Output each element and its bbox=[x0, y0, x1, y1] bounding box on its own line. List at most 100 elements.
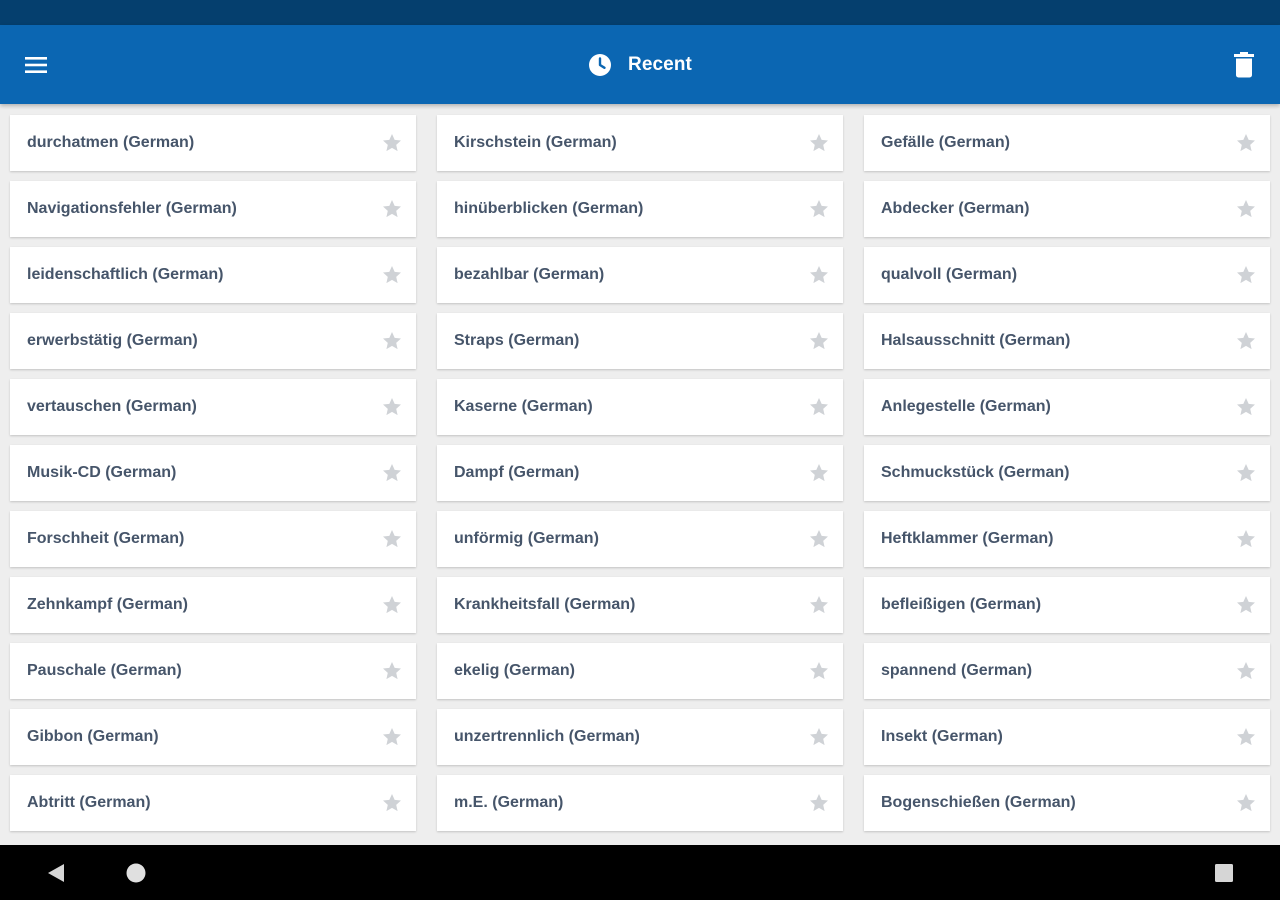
recent-entry[interactable]: Bogenschießen (German) bbox=[864, 775, 1270, 831]
star-icon[interactable] bbox=[807, 725, 831, 749]
recent-entry[interactable]: Abtritt (German) bbox=[10, 775, 416, 831]
star-icon[interactable] bbox=[1234, 527, 1258, 551]
recent-entry[interactable]: Pauschale (German) bbox=[10, 643, 416, 699]
star-icon[interactable] bbox=[1234, 197, 1258, 221]
entry-label: spannend (German) bbox=[881, 662, 1033, 679]
entry-label: Krankheitsfall (German) bbox=[454, 596, 636, 613]
recent-entry[interactable]: unförmig (German) bbox=[437, 511, 843, 567]
star-icon[interactable] bbox=[807, 461, 831, 485]
menu-button[interactable] bbox=[16, 45, 56, 85]
entry-label: ekelig (German) bbox=[454, 662, 575, 679]
recents-button[interactable] bbox=[1206, 855, 1242, 891]
recent-entry[interactable]: bezahlbar (German) bbox=[437, 247, 843, 303]
recent-entry[interactable]: Kirschstein (German) bbox=[437, 115, 843, 171]
recent-entry[interactable]: Dampf (German) bbox=[437, 445, 843, 501]
star-icon[interactable] bbox=[1234, 659, 1258, 683]
entry-label: Navigationsfehler (German) bbox=[27, 200, 237, 217]
entry-label: Zehnkampf (German) bbox=[27, 596, 188, 613]
entry-label: Pauschale (German) bbox=[27, 662, 182, 679]
status-bar bbox=[0, 0, 1280, 25]
recent-entry[interactable]: leidenschaftlich (German) bbox=[10, 247, 416, 303]
star-icon[interactable] bbox=[807, 791, 831, 815]
recent-entry[interactable]: Insekt (German) bbox=[864, 709, 1270, 765]
recent-entry[interactable]: vertauschen (German) bbox=[10, 379, 416, 435]
entry-label: Kirschstein (German) bbox=[454, 134, 617, 151]
recent-entry[interactable]: spannend (German) bbox=[864, 643, 1270, 699]
star-icon[interactable] bbox=[807, 197, 831, 221]
star-icon[interactable] bbox=[380, 395, 404, 419]
recent-entry[interactable]: ekelig (German) bbox=[437, 643, 843, 699]
star-icon[interactable] bbox=[1234, 395, 1258, 419]
star-icon[interactable] bbox=[1234, 329, 1258, 353]
entry-label: vertauschen (German) bbox=[27, 398, 197, 415]
star-icon[interactable] bbox=[1234, 461, 1258, 485]
recent-entry[interactable]: Schmuckstück (German) bbox=[864, 445, 1270, 501]
star-icon[interactable] bbox=[1234, 791, 1258, 815]
star-icon[interactable] bbox=[380, 791, 404, 815]
clear-history-button[interactable] bbox=[1224, 45, 1264, 85]
recent-entry[interactable]: Navigationsfehler (German) bbox=[10, 181, 416, 237]
entry-label: Straps (German) bbox=[454, 332, 580, 349]
entry-label: Dampf (German) bbox=[454, 464, 580, 481]
star-icon[interactable] bbox=[1234, 131, 1258, 155]
recents-square-icon bbox=[1215, 864, 1233, 882]
recent-entry[interactable]: Straps (German) bbox=[437, 313, 843, 369]
recent-entry[interactable]: Gibbon (German) bbox=[10, 709, 416, 765]
entry-label: Gefälle (German) bbox=[881, 134, 1010, 151]
star-icon[interactable] bbox=[380, 329, 404, 353]
recent-entry[interactable]: Heftklammer (German) bbox=[864, 511, 1270, 567]
star-icon[interactable] bbox=[380, 197, 404, 221]
star-icon[interactable] bbox=[1234, 725, 1258, 749]
entry-label: Heftklammer (German) bbox=[881, 530, 1054, 547]
entry-label: befleißigen (German) bbox=[881, 596, 1042, 613]
star-icon[interactable] bbox=[807, 527, 831, 551]
recent-entry[interactable]: befleißigen (German) bbox=[864, 577, 1270, 633]
star-icon[interactable] bbox=[380, 593, 404, 617]
recent-entry[interactable]: Anlegestelle (German) bbox=[864, 379, 1270, 435]
star-icon[interactable] bbox=[1234, 263, 1258, 287]
clock-icon bbox=[589, 53, 612, 76]
star-icon[interactable] bbox=[380, 131, 404, 155]
recent-entry[interactable]: Forschheit (German) bbox=[10, 511, 416, 567]
star-icon[interactable] bbox=[807, 593, 831, 617]
recent-entry[interactable]: Gefälle (German) bbox=[864, 115, 1270, 171]
title-group: Recent bbox=[0, 25, 1280, 104]
recent-grid: durchatmen (German) Kirschstein (German) G… bbox=[10, 115, 1270, 831]
recent-entry[interactable]: hinüberblicken (German) bbox=[437, 181, 843, 237]
star-icon[interactable] bbox=[380, 461, 404, 485]
recent-entry[interactable]: Abdecker (German) bbox=[864, 181, 1270, 237]
star-icon[interactable] bbox=[807, 659, 831, 683]
hamburger-menu-icon bbox=[25, 57, 47, 73]
star-icon[interactable] bbox=[807, 131, 831, 155]
entry-label: Bogenschießen (German) bbox=[881, 794, 1076, 811]
entry-label: bezahlbar (German) bbox=[454, 266, 605, 283]
star-icon[interactable] bbox=[807, 329, 831, 353]
star-icon[interactable] bbox=[380, 659, 404, 683]
recent-entry[interactable]: unzertrennlich (German) bbox=[437, 709, 843, 765]
recent-entry[interactable]: Krankheitsfall (German) bbox=[437, 577, 843, 633]
recent-entry[interactable]: erwerbstätig (German) bbox=[10, 313, 416, 369]
recent-entry[interactable]: Musik-CD (German) bbox=[10, 445, 416, 501]
recent-list: durchatmen (German) Kirschstein (German) G… bbox=[0, 104, 1280, 845]
star-icon[interactable] bbox=[380, 527, 404, 551]
star-icon[interactable] bbox=[380, 263, 404, 287]
entry-label: hinüberblicken (German) bbox=[454, 200, 644, 217]
recent-entry[interactable]: Kaserne (German) bbox=[437, 379, 843, 435]
recent-entry[interactable]: Halsausschnitt (German) bbox=[864, 313, 1270, 369]
entry-label: Abtritt (German) bbox=[27, 794, 151, 811]
entry-label: qualvoll (German) bbox=[881, 266, 1018, 283]
recent-entry[interactable]: Zehnkampf (German) bbox=[10, 577, 416, 633]
star-icon[interactable] bbox=[1234, 593, 1258, 617]
recent-entry[interactable]: qualvoll (German) bbox=[864, 247, 1270, 303]
entry-label: leidenschaftlich (German) bbox=[27, 266, 224, 283]
star-icon[interactable] bbox=[807, 395, 831, 419]
page-title: Recent bbox=[628, 53, 692, 75]
home-button[interactable] bbox=[118, 855, 154, 891]
star-icon[interactable] bbox=[807, 263, 831, 287]
recent-entry[interactable]: durchatmen (German) bbox=[10, 115, 416, 171]
back-button[interactable] bbox=[38, 855, 74, 891]
entry-label: Insekt (German) bbox=[881, 728, 1003, 745]
back-triangle-icon bbox=[48, 864, 64, 882]
recent-entry[interactable]: m.E. (German) bbox=[437, 775, 843, 831]
star-icon[interactable] bbox=[380, 725, 404, 749]
